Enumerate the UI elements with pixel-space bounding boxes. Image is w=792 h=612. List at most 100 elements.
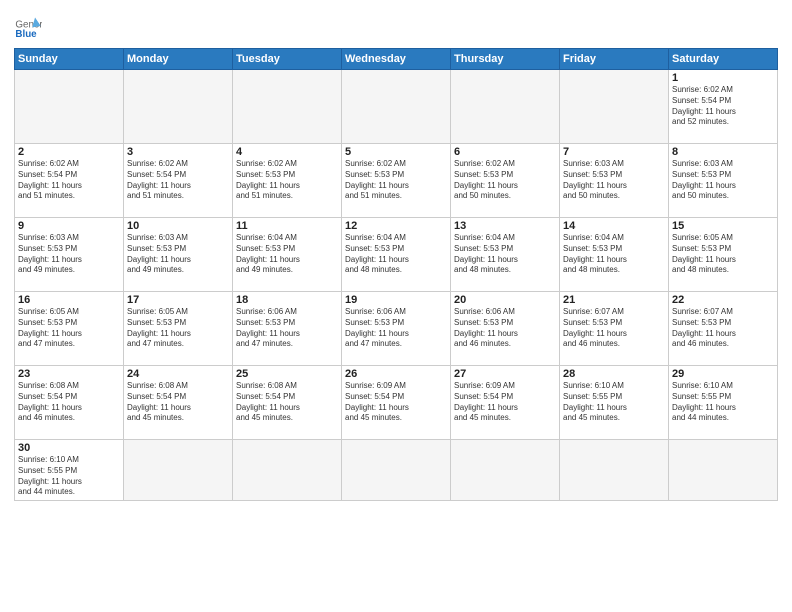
page-header: General Blue: [14, 12, 778, 40]
day-info: Sunrise: 6:02 AMSunset: 5:54 PMDaylight:…: [672, 85, 774, 128]
calendar-cell: [451, 440, 560, 501]
day-number: 25: [236, 368, 338, 380]
day-number: 11: [236, 220, 338, 232]
day-info: Sunrise: 6:03 AMSunset: 5:53 PMDaylight:…: [563, 159, 665, 202]
calendar-cell: 17Sunrise: 6:05 AMSunset: 5:53 PMDayligh…: [124, 292, 233, 366]
day-number: 30: [18, 442, 120, 454]
calendar-day-header: Thursday: [451, 49, 560, 70]
day-number: 28: [563, 368, 665, 380]
calendar-header-row: SundayMondayTuesdayWednesdayThursdayFrid…: [15, 49, 778, 70]
calendar-cell: [15, 70, 124, 144]
day-number: 29: [672, 368, 774, 380]
day-info: Sunrise: 6:03 AMSunset: 5:53 PMDaylight:…: [18, 233, 120, 276]
day-number: 13: [454, 220, 556, 232]
calendar-week-row: 16Sunrise: 6:05 AMSunset: 5:53 PMDayligh…: [15, 292, 778, 366]
calendar-day-header: Saturday: [669, 49, 778, 70]
day-info: Sunrise: 6:04 AMSunset: 5:53 PMDaylight:…: [454, 233, 556, 276]
calendar-cell: 11Sunrise: 6:04 AMSunset: 5:53 PMDayligh…: [233, 218, 342, 292]
day-info: Sunrise: 6:10 AMSunset: 5:55 PMDaylight:…: [18, 455, 120, 498]
calendar-cell: 19Sunrise: 6:06 AMSunset: 5:53 PMDayligh…: [342, 292, 451, 366]
day-info: Sunrise: 6:09 AMSunset: 5:54 PMDaylight:…: [345, 381, 447, 424]
day-info: Sunrise: 6:02 AMSunset: 5:54 PMDaylight:…: [127, 159, 229, 202]
day-info: Sunrise: 6:08 AMSunset: 5:54 PMDaylight:…: [18, 381, 120, 424]
svg-text:Blue: Blue: [15, 29, 37, 40]
calendar: SundayMondayTuesdayWednesdayThursdayFrid…: [14, 48, 778, 501]
calendar-week-row: 23Sunrise: 6:08 AMSunset: 5:54 PMDayligh…: [15, 366, 778, 440]
calendar-cell: 18Sunrise: 6:06 AMSunset: 5:53 PMDayligh…: [233, 292, 342, 366]
day-number: 19: [345, 294, 447, 306]
day-number: 24: [127, 368, 229, 380]
day-number: 14: [563, 220, 665, 232]
day-info: Sunrise: 6:08 AMSunset: 5:54 PMDaylight:…: [127, 381, 229, 424]
day-info: Sunrise: 6:02 AMSunset: 5:53 PMDaylight:…: [236, 159, 338, 202]
day-number: 16: [18, 294, 120, 306]
calendar-cell: [669, 440, 778, 501]
calendar-day-header: Tuesday: [233, 49, 342, 70]
day-number: 10: [127, 220, 229, 232]
calendar-cell: 23Sunrise: 6:08 AMSunset: 5:54 PMDayligh…: [15, 366, 124, 440]
calendar-cell: 21Sunrise: 6:07 AMSunset: 5:53 PMDayligh…: [560, 292, 669, 366]
day-info: Sunrise: 6:03 AMSunset: 5:53 PMDaylight:…: [672, 159, 774, 202]
calendar-cell: 27Sunrise: 6:09 AMSunset: 5:54 PMDayligh…: [451, 366, 560, 440]
day-info: Sunrise: 6:03 AMSunset: 5:53 PMDaylight:…: [127, 233, 229, 276]
calendar-cell: 5Sunrise: 6:02 AMSunset: 5:53 PMDaylight…: [342, 144, 451, 218]
day-number: 7: [563, 146, 665, 158]
calendar-cell: 1Sunrise: 6:02 AMSunset: 5:54 PMDaylight…: [669, 70, 778, 144]
day-info: Sunrise: 6:10 AMSunset: 5:55 PMDaylight:…: [672, 381, 774, 424]
calendar-cell: 20Sunrise: 6:06 AMSunset: 5:53 PMDayligh…: [451, 292, 560, 366]
calendar-cell: 8Sunrise: 6:03 AMSunset: 5:53 PMDaylight…: [669, 144, 778, 218]
calendar-week-row: 1Sunrise: 6:02 AMSunset: 5:54 PMDaylight…: [15, 70, 778, 144]
day-number: 20: [454, 294, 556, 306]
day-info: Sunrise: 6:02 AMSunset: 5:53 PMDaylight:…: [454, 159, 556, 202]
day-number: 12: [345, 220, 447, 232]
calendar-cell: 14Sunrise: 6:04 AMSunset: 5:53 PMDayligh…: [560, 218, 669, 292]
day-info: Sunrise: 6:05 AMSunset: 5:53 PMDaylight:…: [672, 233, 774, 276]
calendar-cell: [342, 440, 451, 501]
day-number: 2: [18, 146, 120, 158]
day-number: 15: [672, 220, 774, 232]
day-number: 6: [454, 146, 556, 158]
day-number: 3: [127, 146, 229, 158]
day-number: 18: [236, 294, 338, 306]
calendar-cell: [560, 70, 669, 144]
day-info: Sunrise: 6:04 AMSunset: 5:53 PMDaylight:…: [345, 233, 447, 276]
day-number: 9: [18, 220, 120, 232]
calendar-cell: 7Sunrise: 6:03 AMSunset: 5:53 PMDaylight…: [560, 144, 669, 218]
calendar-cell: 10Sunrise: 6:03 AMSunset: 5:53 PMDayligh…: [124, 218, 233, 292]
calendar-day-header: Friday: [560, 49, 669, 70]
calendar-day-header: Monday: [124, 49, 233, 70]
day-info: Sunrise: 6:04 AMSunset: 5:53 PMDaylight:…: [236, 233, 338, 276]
day-number: 1: [672, 72, 774, 84]
calendar-cell: 28Sunrise: 6:10 AMSunset: 5:55 PMDayligh…: [560, 366, 669, 440]
day-info: Sunrise: 6:07 AMSunset: 5:53 PMDaylight:…: [672, 307, 774, 350]
calendar-cell: [451, 70, 560, 144]
calendar-week-row: 9Sunrise: 6:03 AMSunset: 5:53 PMDaylight…: [15, 218, 778, 292]
calendar-cell: 15Sunrise: 6:05 AMSunset: 5:53 PMDayligh…: [669, 218, 778, 292]
calendar-cell: 13Sunrise: 6:04 AMSunset: 5:53 PMDayligh…: [451, 218, 560, 292]
calendar-cell: 25Sunrise: 6:08 AMSunset: 5:54 PMDayligh…: [233, 366, 342, 440]
day-info: Sunrise: 6:07 AMSunset: 5:53 PMDaylight:…: [563, 307, 665, 350]
day-number: 17: [127, 294, 229, 306]
day-number: 5: [345, 146, 447, 158]
day-number: 23: [18, 368, 120, 380]
calendar-cell: 12Sunrise: 6:04 AMSunset: 5:53 PMDayligh…: [342, 218, 451, 292]
day-number: 4: [236, 146, 338, 158]
day-info: Sunrise: 6:09 AMSunset: 5:54 PMDaylight:…: [454, 381, 556, 424]
calendar-cell: 9Sunrise: 6:03 AMSunset: 5:53 PMDaylight…: [15, 218, 124, 292]
day-info: Sunrise: 6:06 AMSunset: 5:53 PMDaylight:…: [454, 307, 556, 350]
day-info: Sunrise: 6:05 AMSunset: 5:53 PMDaylight:…: [18, 307, 120, 350]
day-number: 8: [672, 146, 774, 158]
calendar-day-header: Wednesday: [342, 49, 451, 70]
day-info: Sunrise: 6:08 AMSunset: 5:54 PMDaylight:…: [236, 381, 338, 424]
day-info: Sunrise: 6:06 AMSunset: 5:53 PMDaylight:…: [236, 307, 338, 350]
calendar-day-header: Sunday: [15, 49, 124, 70]
calendar-cell: [233, 70, 342, 144]
calendar-cell: [233, 440, 342, 501]
calendar-cell: 24Sunrise: 6:08 AMSunset: 5:54 PMDayligh…: [124, 366, 233, 440]
day-number: 26: [345, 368, 447, 380]
calendar-cell: 16Sunrise: 6:05 AMSunset: 5:53 PMDayligh…: [15, 292, 124, 366]
calendar-cell: 30Sunrise: 6:10 AMSunset: 5:55 PMDayligh…: [15, 440, 124, 501]
day-info: Sunrise: 6:02 AMSunset: 5:53 PMDaylight:…: [345, 159, 447, 202]
logo-icon: General Blue: [14, 12, 42, 40]
calendar-week-row: 2 Sunrise: 6:02 AMSunset: 5:54 PMDaylight…: [15, 144, 778, 218]
